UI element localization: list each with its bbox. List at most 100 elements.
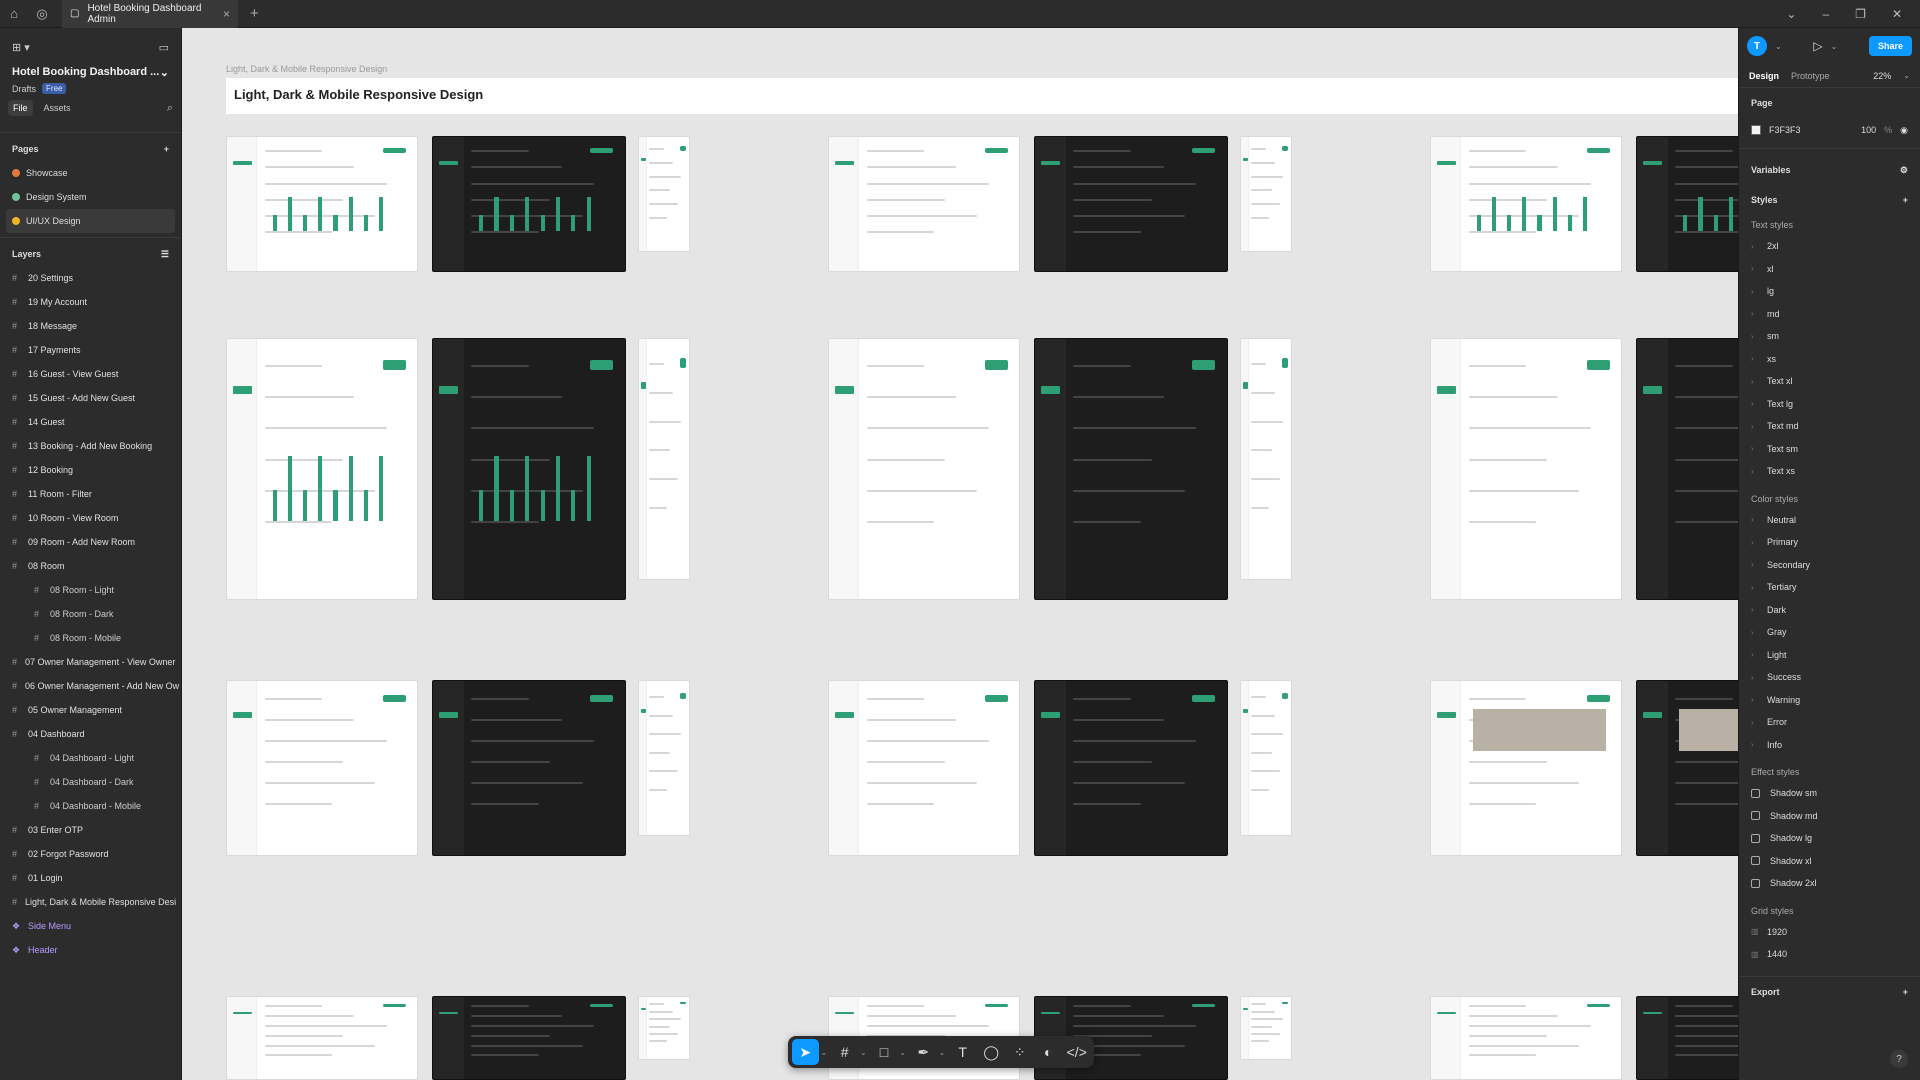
tab-file[interactable]: File (8, 100, 33, 116)
effect-style-item[interactable]: Shadow lg (1739, 827, 1920, 850)
page-item[interactable]: Showcase (0, 161, 181, 185)
layer-item[interactable]: # Light, Dark & Mobile Responsive Desi (0, 890, 181, 914)
canvas[interactable]: Light, Dark & Mobile Responsive Design L… (182, 28, 1738, 1080)
frame-tool-chevron-icon[interactable]: ⌄ (860, 1048, 869, 1057)
layer-item[interactable]: #20 Settings (0, 266, 181, 290)
actions-tool-icon[interactable]: ⁘ (1006, 1039, 1033, 1065)
page-item[interactable]: UI/UX Design (6, 209, 175, 233)
layer-item[interactable]: #04 Dashboard - Dark (0, 770, 181, 794)
color-style-item[interactable]: › Tertiary (1739, 576, 1920, 599)
effect-style-item[interactable]: Shadow md (1739, 805, 1920, 828)
frame-thumbnail[interactable] (828, 338, 1020, 600)
help-button[interactable]: ? (1890, 1050, 1908, 1068)
frame-thumbnail[interactable] (1636, 996, 1738, 1080)
layer-item[interactable]: #13 Booking - Add New Booking (0, 434, 181, 458)
rectangle-tool-icon[interactable]: □ (871, 1039, 898, 1065)
comment-tool-icon[interactable]: ◯ (978, 1039, 1005, 1065)
frame-thumbnail[interactable] (1430, 680, 1622, 856)
frame-thumbnail[interactable] (226, 136, 418, 272)
frame-thumbnail[interactable] (226, 996, 418, 1080)
text-style-item[interactable]: › xs (1739, 348, 1920, 371)
variables-heading[interactable]: Variables (1751, 165, 1791, 175)
layer-item[interactable]: #08 Room (0, 554, 181, 578)
frame-thumbnail[interactable] (638, 136, 690, 252)
layer-item[interactable]: #19 My Account (0, 290, 181, 314)
frame-thumbnail[interactable] (432, 136, 626, 272)
layer-item[interactable]: ❖ Header (0, 938, 181, 962)
frame-thumbnail[interactable] (226, 338, 418, 600)
layer-item[interactable]: #08 Room - Light (0, 578, 181, 602)
color-style-item[interactable]: › Light (1739, 644, 1920, 667)
window-close-icon[interactable]: ✕ (1892, 7, 1902, 21)
tab-design[interactable]: Design (1749, 71, 1779, 81)
layer-item[interactable]: #08 Room - Mobile (0, 626, 181, 650)
home-icon[interactable]: ⌂ (0, 0, 28, 28)
visibility-eye-icon[interactable]: ◉ (1900, 125, 1908, 136)
frame-thumbnail[interactable] (1430, 136, 1622, 272)
frame-thumbnail[interactable] (828, 136, 1020, 272)
frame-thumbnail[interactable] (1034, 680, 1228, 856)
present-play-icon[interactable]: ▷ (1813, 39, 1822, 53)
color-style-item[interactable]: › Dark (1739, 599, 1920, 622)
color-style-item[interactable]: › Neutral (1739, 509, 1920, 532)
page-color-value[interactable]: F3F3F3 (1769, 125, 1801, 135)
main-menu-icon[interactable]: ⊞ ▾ (12, 41, 30, 54)
chevron-down-icon[interactable]: ⌄ (1786, 7, 1796, 21)
pen-tool-icon[interactable]: ✒ (910, 1039, 937, 1065)
text-style-item[interactable]: › Text md (1739, 415, 1920, 438)
frame-thumbnail[interactable] (1240, 136, 1292, 252)
layer-item[interactable]: #01 Login (0, 866, 181, 890)
frame-thumbnail[interactable] (1034, 136, 1228, 272)
minimize-icon[interactable]: – (1822, 7, 1829, 21)
frame-thumbnail[interactable] (432, 338, 626, 600)
color-style-item[interactable]: › Secondary (1739, 554, 1920, 577)
tab-prototype[interactable]: Prototype (1791, 71, 1830, 81)
layer-item[interactable]: #05 Owner Management (0, 698, 181, 722)
text-style-item[interactable]: › Text xs (1739, 460, 1920, 483)
frame-thumbnail[interactable] (1240, 996, 1292, 1060)
text-style-item[interactable]: › sm (1739, 325, 1920, 348)
zoom-chevron-icon[interactable]: ⌄ (1903, 71, 1910, 80)
add-page-icon[interactable]: + (164, 144, 169, 154)
new-tab-icon[interactable]: + (250, 5, 259, 22)
toggle-sidebar-icon[interactable]: ▭ (159, 41, 169, 54)
color-style-item[interactable]: › Success (1739, 666, 1920, 689)
layer-item[interactable]: ❖ Side Menu (0, 914, 181, 938)
file-tab[interactable]: ▢ Hotel Booking Dashboard Admin × (62, 0, 238, 28)
present-chevron-icon[interactable]: ⌄ (1831, 42, 1838, 51)
layer-item[interactable]: #04 Dashboard - Light (0, 746, 181, 770)
frame-thumbnail[interactable] (432, 996, 626, 1080)
move-tool-chevron-icon[interactable]: ⌄ (821, 1048, 830, 1057)
color-style-item[interactable]: › Gray (1739, 621, 1920, 644)
file-menu-chevron-icon[interactable]: ⌄ (160, 66, 169, 79)
layer-item[interactable]: #07 Owner Management - View Owner (0, 650, 181, 674)
layer-item[interactable]: #18 Message (0, 314, 181, 338)
layer-item[interactable]: #14 Guest (0, 410, 181, 434)
effect-style-item[interactable]: Shadow sm (1739, 782, 1920, 805)
text-style-item[interactable]: › 2xl (1739, 235, 1920, 258)
color-style-item[interactable]: › Error (1739, 711, 1920, 734)
layer-item[interactable]: #17 Payments (0, 338, 181, 362)
zoom-level[interactable]: 22% (1873, 71, 1891, 81)
effect-style-item[interactable]: Shadow xl (1739, 850, 1920, 873)
frame-thumbnail[interactable] (638, 680, 690, 836)
export-heading[interactable]: Export (1751, 987, 1780, 997)
page-color-swatch[interactable] (1751, 125, 1761, 135)
pen-tool-chevron-icon[interactable]: ⌄ (939, 1048, 948, 1057)
add-style-icon[interactable]: + (1903, 195, 1908, 205)
drafts-label[interactable]: Drafts (12, 84, 36, 94)
close-tab-icon[interactable]: × (223, 7, 230, 21)
layer-item[interactable]: #04 Dashboard - Mobile (0, 794, 181, 818)
variables-settings-icon[interactable]: ⚙ (1900, 165, 1908, 176)
text-style-item[interactable]: › Text sm (1739, 438, 1920, 461)
layer-item[interactable]: #11 Room - Filter (0, 482, 181, 506)
dev-mode-icon[interactable]: </> (1064, 1039, 1091, 1065)
layer-item[interactable]: #06 Owner Management - Add New Ow (0, 674, 181, 698)
text-style-item[interactable]: › md (1739, 303, 1920, 326)
frame-thumbnail[interactable] (828, 680, 1020, 856)
color-style-item[interactable]: › Primary (1739, 531, 1920, 554)
layer-item[interactable]: #02 Forgot Password (0, 842, 181, 866)
frame-thumbnail[interactable] (1034, 338, 1228, 600)
avatar[interactable]: T (1747, 36, 1767, 56)
frame-thumbnail[interactable] (1240, 338, 1292, 580)
